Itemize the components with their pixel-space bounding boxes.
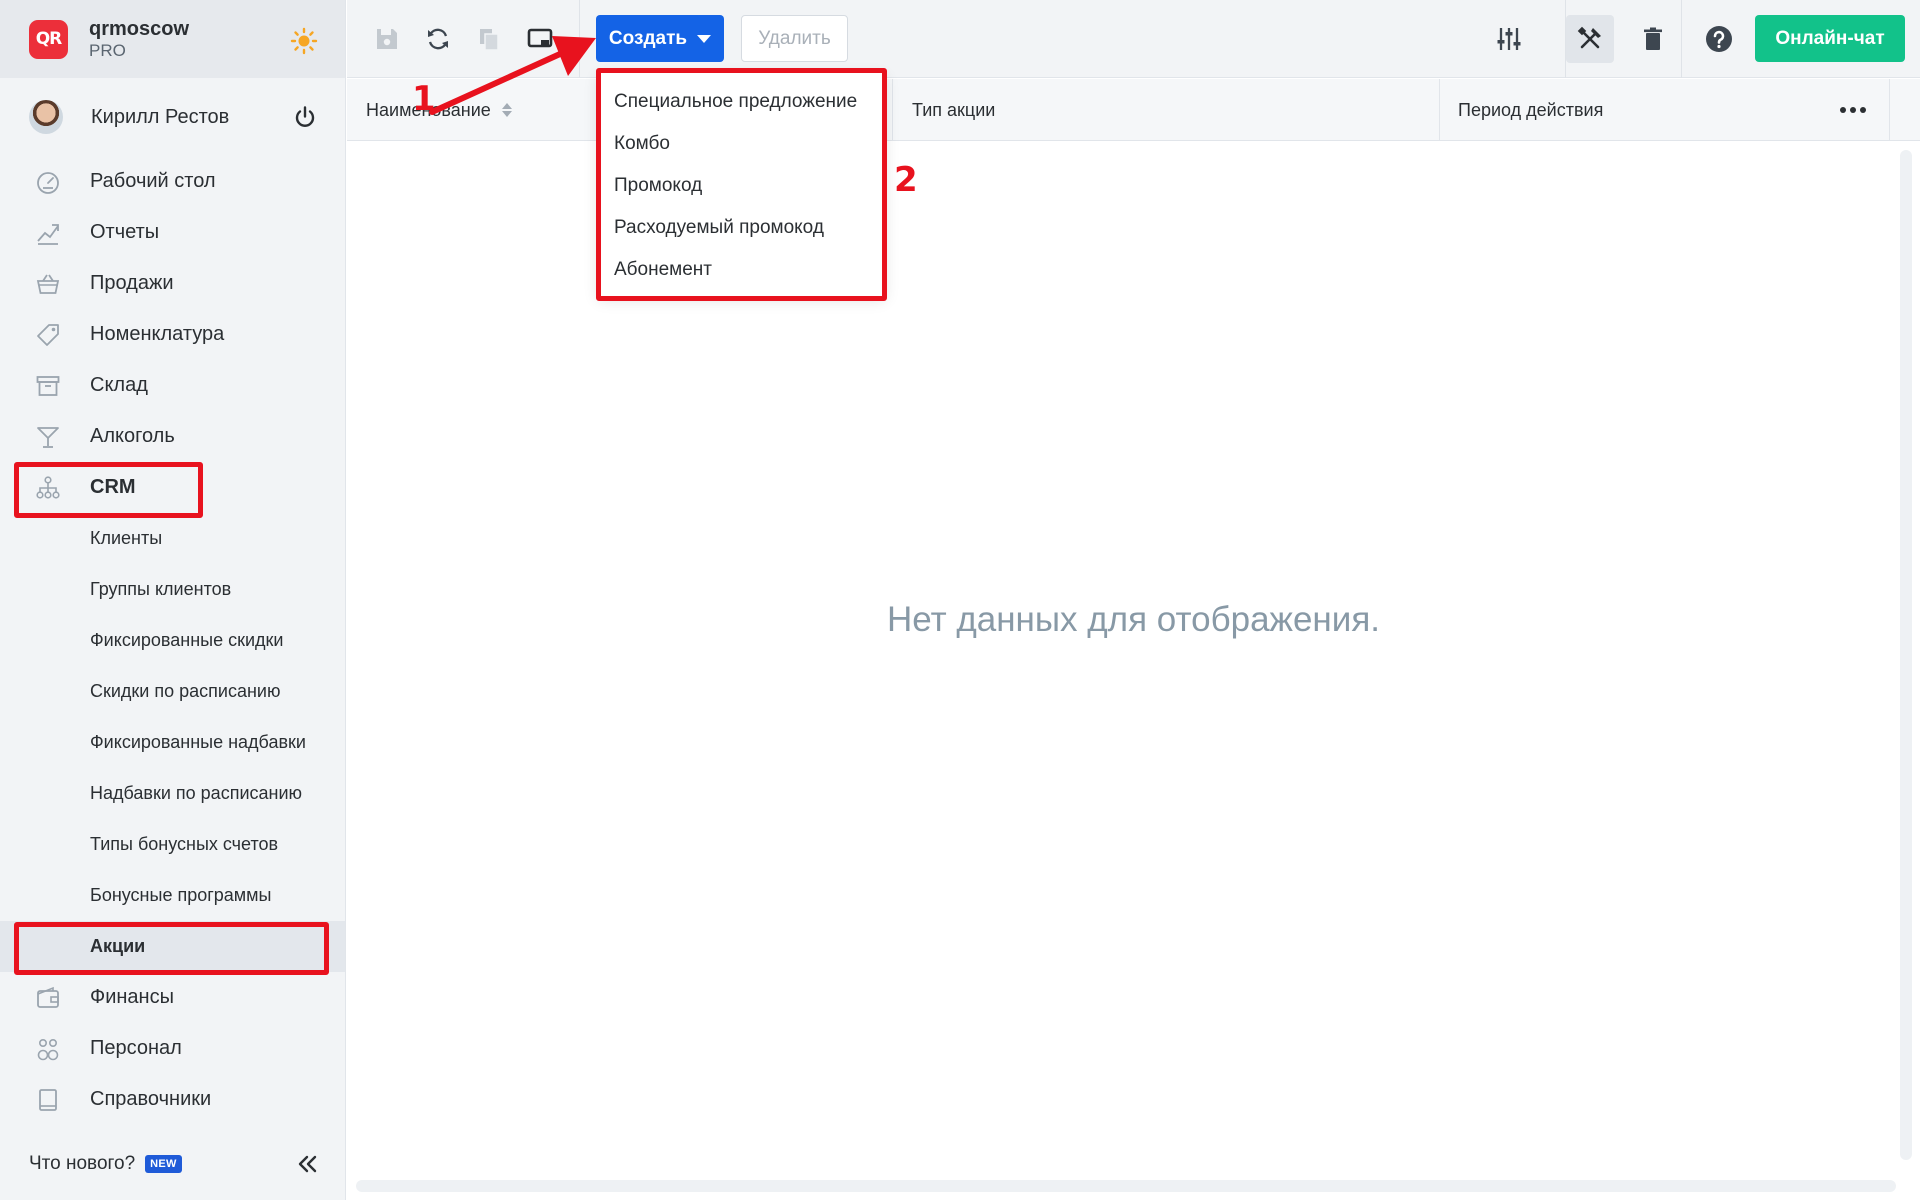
double-chevron-left-icon[interactable] (295, 1152, 319, 1176)
main-nav: Рабочий стол Отчеты Продажи Номенклатура… (0, 156, 345, 1125)
nav-item-nomenclature[interactable]: Номенклатура (0, 309, 345, 360)
nav-label: Справочники (90, 1088, 212, 1110)
tag-icon (34, 321, 62, 349)
sort-icon[interactable] (501, 102, 513, 118)
org-chart-icon (34, 474, 62, 502)
column-title: Период действия (1458, 99, 1604, 120)
book-icon (34, 1086, 62, 1114)
delete-button[interactable]: Удалить (741, 15, 848, 62)
nav-item-finance[interactable]: Финансы (0, 972, 345, 1023)
toolbar-divider (579, 0, 580, 78)
column-divider[interactable] (892, 79, 893, 141)
sub-item-scheduled-discounts[interactable]: Скидки по расписанию (0, 666, 345, 717)
cocktail-icon (34, 423, 62, 451)
nav-label: Склад (90, 374, 148, 396)
sub-item-bonus-programs[interactable]: Бонусные программы (0, 870, 345, 921)
refresh-icon[interactable] (424, 25, 452, 53)
sub-item-clients[interactable]: Клиенты (0, 513, 345, 564)
column-divider (1889, 79, 1890, 141)
sub-item-bonus-account-types[interactable]: Типы бонусных счетов (0, 819, 345, 870)
vertical-scrollbar[interactable] (1900, 150, 1912, 1160)
sidebar: QR qrmoscow PRO Кирилл Рестов Рабочий ст… (0, 0, 346, 1200)
annotation-number-2: 2 (894, 160, 918, 200)
nav-item-directories[interactable]: Справочники (0, 1074, 345, 1125)
menu-item-subscription[interactable]: Абонемент (598, 249, 885, 291)
caret-down-icon (697, 34, 712, 43)
sub-item-fixed-markups[interactable]: Фиксированные надбавки (0, 717, 345, 768)
nav-item-sales[interactable]: Продажи (0, 258, 345, 309)
nav-label: Продажи (90, 272, 174, 294)
wallet-icon (34, 984, 62, 1012)
menu-item-special-offer[interactable]: Специальное предложение (598, 81, 885, 123)
annotation-number-1: 1 (412, 79, 436, 119)
nav-item-dashboard[interactable]: Рабочий стол (0, 156, 345, 207)
people-icon (34, 1035, 62, 1063)
archive-icon (34, 372, 62, 400)
nav-item-alcohol[interactable]: Алкоголь (0, 411, 345, 462)
power-icon[interactable] (292, 104, 318, 130)
horizontal-scrollbar[interactable] (356, 1180, 1896, 1192)
brand-logo[interactable]: QR (29, 19, 68, 59)
column-header-name[interactable]: Наименование (366, 79, 513, 141)
create-button-label: Создать (608, 27, 688, 49)
brand-text: qrmoscow PRO (89, 18, 189, 61)
whats-new-link[interactable]: Что нового? (29, 1153, 135, 1175)
column-header-promo-type[interactable]: Тип акции (912, 79, 995, 141)
more-dots-icon[interactable] (1838, 98, 1868, 122)
nav-item-crm[interactable]: CRM (0, 462, 345, 513)
sun-icon[interactable] (290, 27, 318, 55)
sub-item-scheduled-markups[interactable]: Надбавки по расписанию (0, 768, 345, 819)
user-row[interactable]: Кирилл Рестов (0, 78, 345, 156)
sub-item-promotions[interactable]: Акции (0, 921, 345, 972)
online-chat-button[interactable]: Онлайн-чат (1755, 15, 1905, 62)
tools-icon[interactable] (1566, 15, 1614, 63)
table-header: Наименование Тип акции Период действия (347, 79, 1920, 141)
screen-icon[interactable] (526, 25, 554, 53)
nav-label: Номенклатура (90, 323, 225, 345)
nav-label: Отчеты (90, 221, 160, 243)
create-button[interactable]: Создать (596, 15, 724, 62)
nav-label: Персонал (90, 1037, 182, 1059)
new-badge: NEW (145, 1155, 182, 1173)
menu-item-promocode[interactable]: Промокод (598, 165, 885, 207)
sub-item-client-groups[interactable]: Группы клиентов (0, 564, 345, 615)
save-icon[interactable] (373, 25, 401, 53)
sidebar-footer: Что нового? NEW (0, 1128, 346, 1200)
avatar (29, 100, 63, 134)
nav-label: Рабочий стол (90, 170, 216, 192)
sub-item-fixed-discounts[interactable]: Фиксированные скидки (0, 615, 345, 666)
basket-icon (34, 270, 62, 298)
sliders-icon[interactable] (1495, 25, 1523, 53)
copy-icon[interactable] (475, 25, 503, 53)
create-dropdown-menu: Специальное предложение Комбо Промокод Р… (598, 72, 885, 296)
nav-label: CRM (90, 476, 136, 498)
nav-item-warehouse[interactable]: Склад (0, 360, 345, 411)
brand-name: qrmoscow (89, 17, 190, 40)
brand-plan: PRO (89, 40, 126, 60)
nav-item-reports[interactable]: Отчеты (0, 207, 345, 258)
chart-icon (34, 219, 62, 247)
empty-state-message: Нет данных для отображения. (887, 600, 1380, 639)
column-divider[interactable] (1439, 79, 1440, 141)
nav-label: Финансы (90, 986, 174, 1008)
column-title: Тип акции (912, 99, 996, 120)
brand-header: QR qrmoscow PRO (0, 0, 345, 78)
nav-label: Алкоголь (90, 425, 175, 447)
user-name: Кирилл Рестов (91, 105, 230, 128)
menu-item-combo[interactable]: Комбо (598, 123, 885, 165)
menu-item-consumable-promocode[interactable]: Расходуемый промокод (598, 207, 885, 249)
dashboard-icon (34, 168, 62, 196)
toolbar: Создать Удалить Онлайн-чат (347, 0, 1920, 78)
help-icon[interactable] (1705, 25, 1733, 53)
trash-icon[interactable] (1639, 25, 1667, 53)
nav-item-staff[interactable]: Персонал (0, 1023, 345, 1074)
column-header-period[interactable]: Период действия (1458, 79, 1603, 141)
toolbar-divider (1681, 0, 1682, 78)
